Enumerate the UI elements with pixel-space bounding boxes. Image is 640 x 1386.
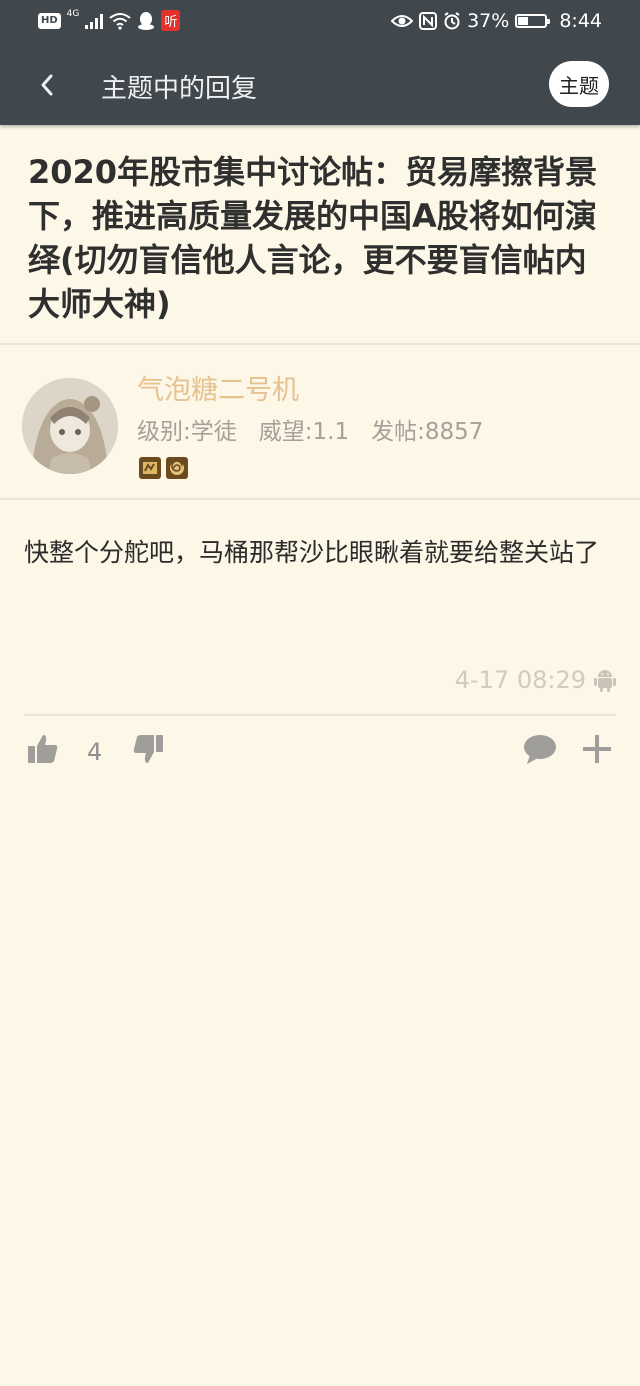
wifi-icon [109,12,131,30]
trophy-medal-icon [139,457,161,479]
post-time: 4-17 08:29 [454,666,586,694]
plus-icon [583,735,611,763]
like-button[interactable] [26,732,60,770]
android-icon [594,670,616,692]
nfc-icon [419,12,438,30]
battery-icon [515,14,551,28]
post-meta: 4-17 08:29 [455,666,616,694]
avatar-image [22,378,118,474]
author-prestige: 威望:1.1 [258,419,350,445]
comment-icon [524,735,556,764]
reply-button[interactable] [522,732,558,770]
thread-title: 2020年股市集中讨论帖：贸易摩擦背景下，推进高质量发展的中国A股将如何演绎(切… [28,153,598,323]
hd-icon: HD [38,12,61,29]
medal-list [139,457,188,479]
listen-app-icon: 听 [161,10,181,31]
page-title: 主题中的回复 [101,74,258,104]
author-post-count: 发帖:8857 [371,419,484,445]
avatar[interactable] [22,378,118,474]
battery-percent: 37% [467,10,510,32]
divider [0,343,640,345]
signal-icon [85,13,104,29]
divider [0,498,640,500]
dislike-button[interactable] [131,732,165,770]
thumbs-down-icon [133,735,163,763]
author-level: 级别:学徒 [137,419,237,445]
like-count: 4 [87,738,103,766]
post-actions: 4 [0,730,640,774]
thumbs-up-icon [28,735,58,763]
author-name[interactable]: 气泡糖二号机 [137,368,299,407]
clock: 8:44 [559,10,602,32]
add-button[interactable] [580,732,614,770]
status-right-icons: 37% 8:44 [391,10,602,32]
divider [24,714,616,716]
status-bar: HD 4G 听 37% 8:44 [0,0,640,46]
chevron-left-icon [41,74,53,96]
qq-icon [138,11,155,30]
eye-comfort-icon [391,15,414,27]
topic-button[interactable]: 主题 [549,61,609,107]
app-bar: 主题中的回复 主题 [0,46,640,125]
network-type: 4G [66,8,80,19]
author-info: 级别:学徒 威望:1.1 发帖:8857 [137,412,483,446]
post-content: 快整个分舵吧，马桶那帮沙比眼瞅着就要给整关站了 [24,538,600,567]
swirl-medal-icon [166,457,188,479]
alarm-icon [444,12,460,30]
status-left-icons: HD 4G 听 [38,8,181,31]
back-button[interactable] [26,64,68,106]
